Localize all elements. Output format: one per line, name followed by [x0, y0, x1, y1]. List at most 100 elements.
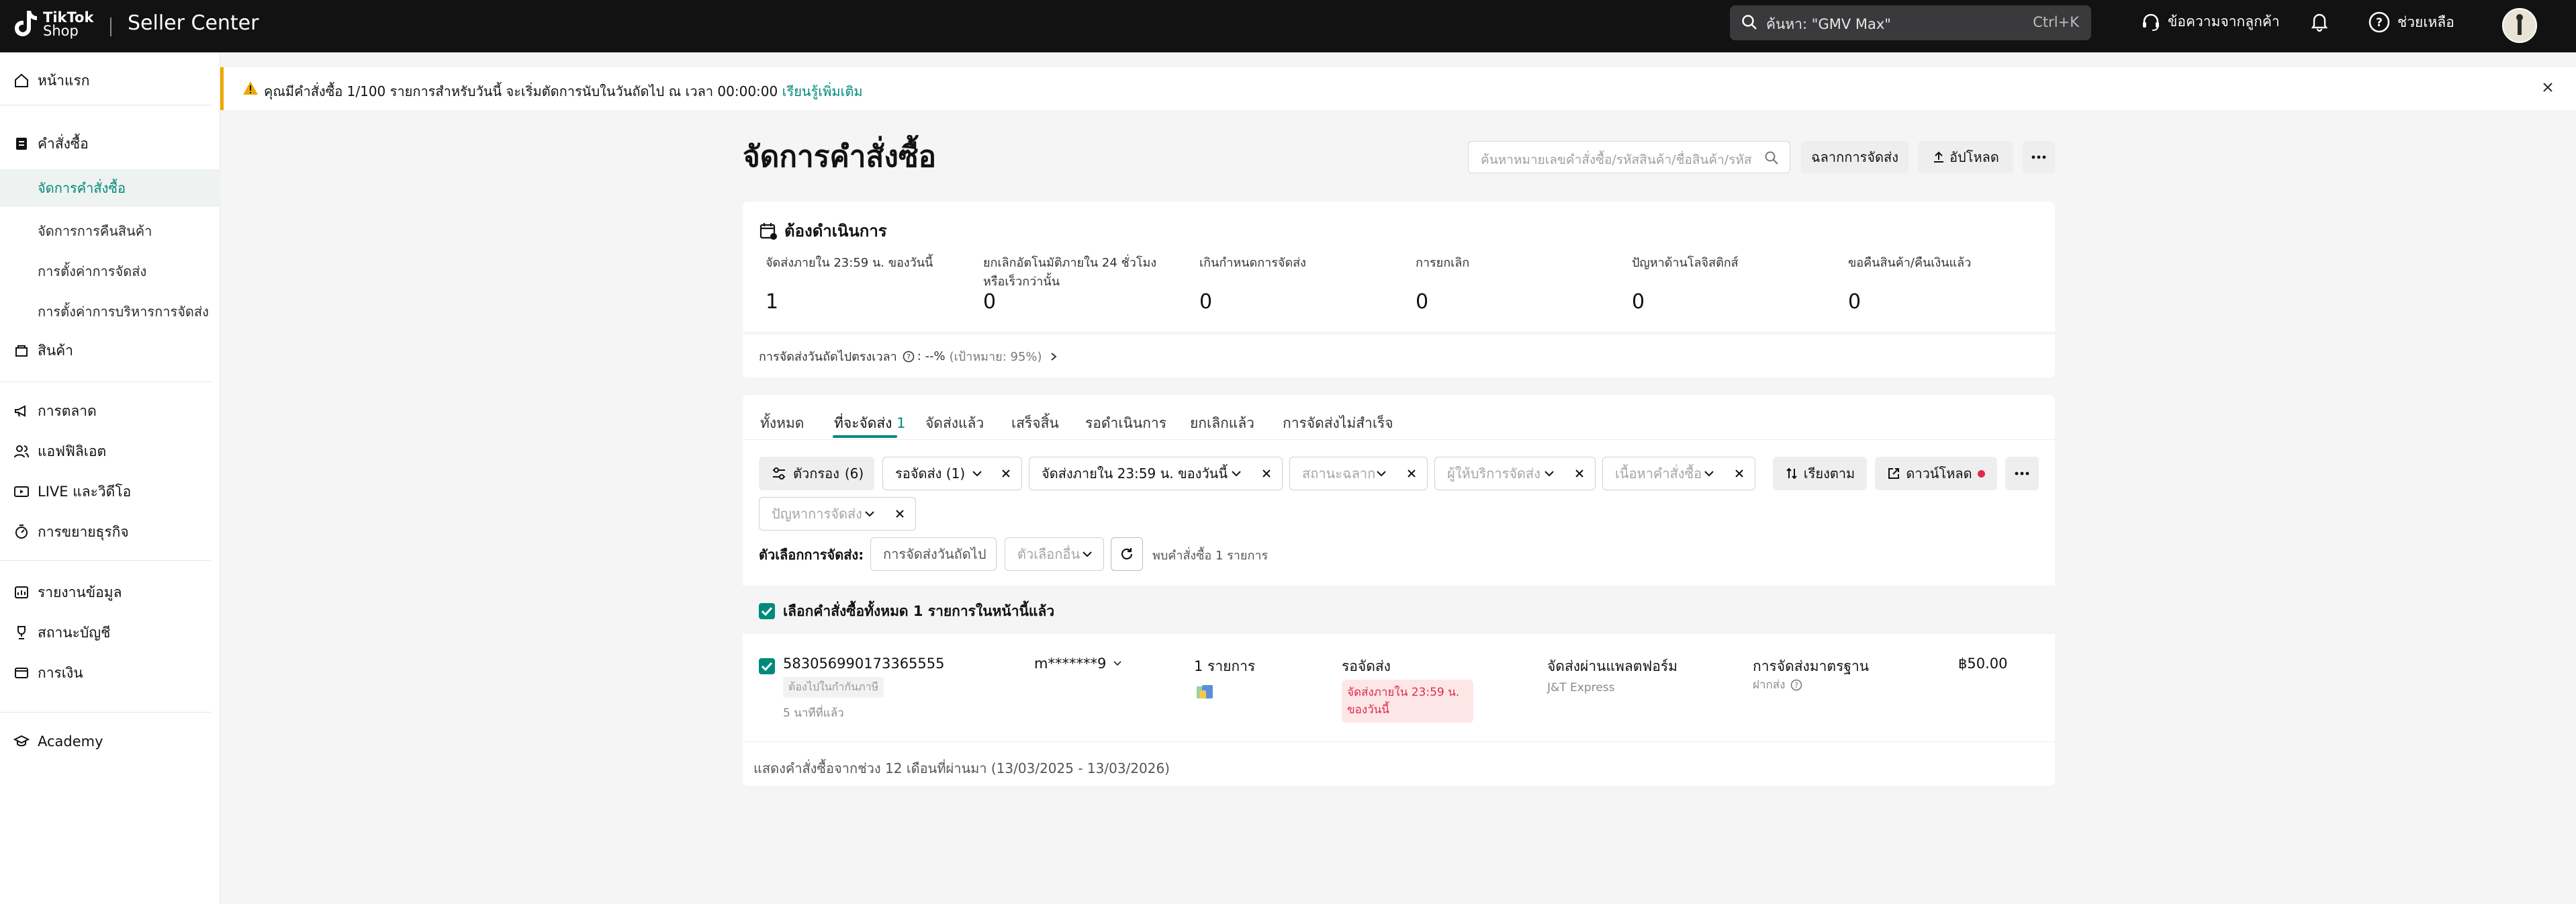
search-shortcut: Ctrl+K	[2033, 14, 2079, 30]
external-link-icon	[1888, 468, 1900, 479]
products-icon	[15, 345, 28, 357]
notifications-button[interactable]	[2309, 11, 2337, 32]
megaphone-icon	[15, 405, 26, 417]
shipping-label-button[interactable]: ฉลากการจัดส่ง	[1801, 141, 1908, 173]
sidebar-item-fulfillment-settings[interactable]: การตั้งค่าการบริหารการจัดส่ง	[0, 293, 220, 330]
todo-value-logistics[interactable]: 0	[1632, 290, 1645, 314]
next-day-shipping-option[interactable]: การจัดส่งวันถัดไป	[870, 537, 997, 571]
label-status-filter[interactable]: สถานะฉลาก	[1289, 457, 1428, 490]
chevron-down-icon	[1232, 471, 1241, 477]
global-search-placeholder: ค้นหา: "GMV Max"	[1766, 16, 1891, 32]
refresh-button[interactable]	[1111, 537, 1143, 571]
todo-label-cancellations: การยกเลิก	[1416, 256, 1470, 270]
sort-button-label: เรียงตาม	[1803, 465, 1855, 482]
more-actions-button[interactable]	[2023, 141, 2055, 173]
tab-delivery-failed[interactable]: การจัดส่งไม่สำเร็จ	[1283, 412, 1393, 435]
todo-value-cancellations[interactable]: 0	[1416, 290, 1428, 314]
carrier-filter[interactable]: ผู้ให้บริการจัดส่ง	[1434, 457, 1596, 490]
upload-button[interactable]: อัปโหลด	[1918, 141, 2013, 173]
tab-to-ship[interactable]: ที่จะจัดส่ง 1	[834, 412, 906, 435]
shipping-label-button-text: ฉลากการจัดส่ง	[1811, 149, 1898, 165]
product-image-icon	[1197, 685, 1213, 698]
sidebar-item-finance[interactable]: การเงิน	[0, 660, 220, 686]
tab-completed[interactable]: เสร็จสิ้น	[1011, 412, 1059, 435]
sidebar-item-returns[interactable]: จัดการการคืนสินค้า	[0, 212, 220, 250]
customer-messages-button[interactable]: ข้อความจากลูกค้า	[2141, 11, 2280, 33]
order-row-checkbox[interactable]	[759, 658, 775, 674]
sidebar-item-products[interactable]: สินค้า	[0, 337, 220, 364]
sidebar-label-returns: จัดการการคืนสินค้า	[38, 223, 152, 239]
sidebar-item-home[interactable]: หน้าแรก	[0, 67, 220, 94]
order-search-input[interactable]: ค้นหาหมายเลขคำสั่งซื้อ/รหัสสินค้า/ชื่อสิ…	[1468, 141, 1790, 173]
sidebar-item-orders[interactable]: คำสั่งซื้อ	[0, 130, 220, 157]
order-content-filter[interactable]: เนื้อหาคำสั่งซื้อ	[1602, 457, 1755, 490]
orders-icon	[16, 138, 27, 150]
todo-value-auto-cancel[interactable]: 0	[983, 290, 996, 314]
tab-pending[interactable]: รอดำเนินการ	[1085, 412, 1166, 435]
sidebar-item-account-health[interactable]: สถานะบัญชี	[0, 619, 220, 646]
ontime-rate[interactable]: การจัดส่งวันถัดไปตรงเวลา ? : --% (เป้าหม…	[759, 347, 1058, 366]
ship-options-label: ตัวเลือกการจัดส่ง:	[759, 547, 864, 563]
ontime-target: (เป้าหมาย: 95%)	[949, 350, 1042, 364]
sidebar-item-marketing[interactable]: การตลาด	[0, 398, 220, 424]
sidebar-item-affiliate[interactable]: แอฟฟิลิเอต	[0, 438, 220, 465]
clear-icon[interactable]	[1735, 469, 1744, 478]
avatar[interactable]	[2502, 8, 2537, 43]
tab-cancelled[interactable]: ยกเลิกแล้ว	[1190, 412, 1254, 435]
tabs-divider	[743, 439, 2055, 440]
filter-button[interactable]: ตัวกรอง (6)	[759, 457, 874, 490]
status-filter[interactable]: รอจัดส่ง (1)	[882, 457, 1022, 490]
todo-label-returns: ขอคืนสินค้า/คืนเงินแล้ว	[1848, 256, 1972, 270]
chevron-down-icon	[1377, 471, 1386, 477]
product-thumbnail[interactable]	[1195, 682, 1215, 703]
order-id[interactable]: 583056990173365555	[783, 656, 945, 672]
close-icon[interactable]	[2540, 79, 2556, 95]
order-limit-banner: คุณมีคำสั่งซื้อ 1/100 รายการสำหรับวันนี้…	[220, 67, 2576, 110]
seller-center-title: Seller Center	[128, 11, 259, 35]
clear-icon[interactable]	[1575, 469, 1584, 478]
sidebar-item-growth[interactable]: การขยายธุรกิจ	[0, 518, 220, 545]
service-subtype-text: ฝากส่ง	[1753, 678, 1786, 692]
carrier-filter-placeholder: ผู้ให้บริการจัดส่ง	[1447, 465, 1540, 482]
todo-value-overdue[interactable]: 0	[1199, 290, 1212, 314]
due-badge: จัดส่งภายใน 23:59 น. ของวันนี้	[1342, 680, 1473, 723]
download-button[interactable]: ดาวน์โหลด	[1875, 457, 1997, 490]
other-options-placeholder: ตัวเลือกอื่น	[1017, 546, 1080, 562]
item-count: 1 รายการ	[1194, 658, 1256, 674]
tab-all[interactable]: ทั้งหมด	[760, 412, 804, 435]
shipping-service: การจัดส่งมาตรฐาน	[1753, 658, 1870, 674]
due-line-1: จัดส่งภายใน 23:59 น.	[1347, 686, 1460, 699]
sidebar-item-academy[interactable]: Academy	[0, 728, 220, 755]
shipping-issue-filter-placeholder: ปัญหาการจัดส่ง	[772, 506, 862, 522]
help-button[interactable]: ? ช่วยเหลือ	[2368, 11, 2454, 34]
buyer-name[interactable]: m*******9	[1034, 656, 1122, 672]
deadline-filter[interactable]: จัดส่งภายใน 23:59 น. ของวันนี้	[1029, 457, 1283, 490]
sidebar-item-live-video[interactable]: LIVE และวิดีโอ	[0, 478, 220, 505]
todo-value-returns[interactable]: 0	[1848, 290, 1861, 314]
todo-value-ship-today[interactable]: 1	[766, 290, 778, 314]
help-circle-icon[interactable]: ?	[1790, 679, 1802, 691]
learn-more-link[interactable]: เรียนรู้เพิ่มเติม	[782, 83, 863, 99]
people-icon	[14, 445, 29, 458]
label-status-filter-placeholder: สถานะฉลาก	[1302, 465, 1376, 482]
sidebar-label-growth: การขยายธุรกิจ	[38, 523, 129, 540]
select-all-checkbox[interactable]	[759, 603, 775, 619]
clear-icon[interactable]	[895, 509, 905, 518]
growth-icon	[15, 525, 28, 539]
clear-icon[interactable]	[1262, 469, 1271, 478]
clear-icon[interactable]	[1407, 469, 1416, 478]
other-options-select[interactable]: ตัวเลือกอื่น	[1005, 537, 1104, 571]
clear-icon[interactable]	[1001, 469, 1011, 478]
tab-shipped[interactable]: จัดส่งแล้ว	[925, 412, 984, 435]
chevron-down-icon	[1704, 471, 1714, 477]
shipping-issue-filter[interactable]: ปัญหาการจัดส่ง	[759, 497, 916, 531]
sidebar-divider	[0, 381, 211, 382]
sidebar-item-data[interactable]: รายงานข้อมูล	[0, 579, 220, 606]
tiktok-shop-logo[interactable]: TikTok Shop	[13, 9, 93, 39]
sidebar-item-manage-orders[interactable]: จัดการคำสั่งซื้อ	[0, 169, 220, 207]
global-search[interactable]: ค้นหา: "GMV Max" Ctrl+K	[1730, 5, 2091, 40]
sort-button[interactable]: เรียงตาม	[1773, 457, 1867, 490]
filter-more-button[interactable]	[2005, 457, 2039, 490]
chevron-down-icon	[1083, 551, 1092, 557]
sidebar-item-shipping-settings[interactable]: การตั้งค่าการจัดส่ง	[0, 253, 220, 290]
